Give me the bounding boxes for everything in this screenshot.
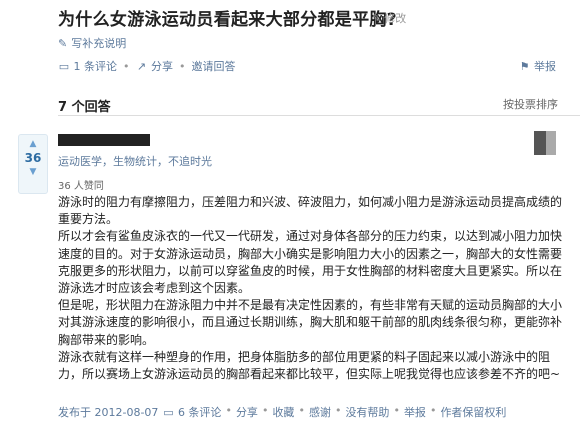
favorite-link[interactable]: 收藏 (272, 404, 294, 420)
pencil-icon: ✎ (58, 37, 68, 50)
share-link[interactable]: 分享 (236, 404, 258, 420)
thanks-link[interactable]: 感谢 (309, 404, 331, 420)
report-link[interactable]: 举报 (404, 404, 426, 420)
author-name-redacted (58, 134, 150, 146)
question-actions: ▭ 1 条评论 • ↗ 分享 • 邀请回答 (58, 58, 236, 74)
report-question-link[interactable]: ⚑ 举报 (519, 58, 556, 74)
vote-box: ▲ 36 ▼ (18, 134, 48, 194)
edit-label: 修改 (384, 12, 407, 25)
flag-icon: ⚑ (519, 60, 530, 73)
answer-paragraph: 游泳衣就有这样一种塑身的作用，把身体脂肪多的部位用更紧的料子固起来以减小游泳中的… (58, 349, 561, 382)
downvote-arrow-icon[interactable]: ▼ (19, 167, 47, 177)
share-icon: ↗ (136, 60, 147, 73)
answer-paragraph: 所以才会有鲨鱼皮泳衣的一代又一代研发，通过对身体各部分的压力约束，以达到减小阻力… (58, 229, 563, 296)
upvoters-count[interactable]: 36 人赞同 (58, 177, 104, 192)
not-helpful-link[interactable]: 没有帮助 (345, 404, 389, 420)
rights-notice: 作者保留权利 (440, 406, 507, 419)
divider (58, 115, 580, 116)
upvote-arrow-icon[interactable]: ▲ (19, 139, 47, 149)
comment-icon: ▭ (163, 406, 174, 419)
comment-icon: ▭ (58, 60, 70, 73)
answer-paragraph: 但是呢，形状阻力在游泳阻力中并不是最有决定性因素的，有些非常有天赋的运动员胸部的… (58, 298, 563, 347)
edit-question-link[interactable]: ✎ 修改 (372, 10, 406, 26)
supplement-label: 写补充说明 (71, 37, 127, 50)
invite-answer-link[interactable]: 邀请回答 (192, 58, 236, 74)
separator-dot: • (179, 59, 186, 73)
answers-count: 7 个回答 (58, 100, 111, 115)
share-link[interactable]: ↗ 分享 (136, 58, 173, 74)
question-title: 为什么女游泳运动员看起来大部分都是平胸? (58, 10, 397, 30)
write-supplement-link[interactable]: ✎ 写补充说明 (58, 35, 126, 51)
pencil-icon: ✎ (372, 12, 382, 25)
author-bio: 运动医学，生物统计，不追时光 (58, 155, 212, 168)
comments-link[interactable]: ▭ 1 条评论 (58, 58, 117, 74)
answer-footer: 发布于 2012-08-07 ▭ 6 条评论 • 分享 • 收藏 • 感谢 • … (58, 404, 507, 420)
publish-date[interactable]: 发布于 2012-08-07 (58, 404, 158, 420)
avatar[interactable] (534, 131, 556, 155)
answer-body: 游泳时的阻力有摩擦阻力，压差阻力和兴波、碎波阻力，如何减小阻力是游泳运动员提高成… (58, 194, 563, 383)
comments-link[interactable]: ▭ 6 条评论 (162, 404, 221, 420)
vote-count: 36 (24, 151, 42, 165)
answer-paragraph: 游泳时的阻力有摩擦阻力，压差阻力和兴波、碎波阻力，如何减小阻力是游泳运动员提高成… (58, 195, 563, 227)
separator-dot: • (123, 59, 130, 73)
sort-by-votes-button[interactable]: 按投票排序 (503, 96, 558, 112)
